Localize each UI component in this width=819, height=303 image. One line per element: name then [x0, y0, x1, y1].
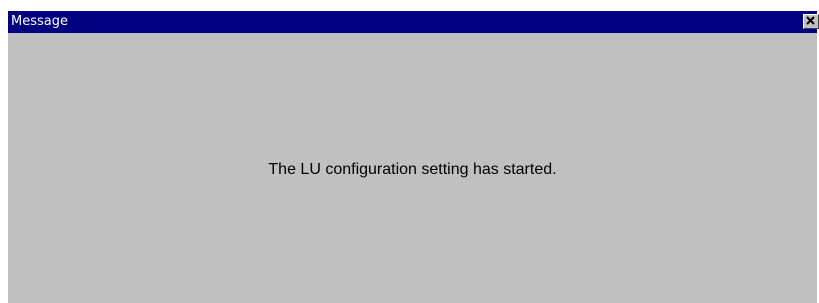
close-icon [806, 16, 815, 25]
dialog-body: The LU configuration setting has started… [8, 33, 817, 303]
close-button[interactable] [803, 14, 819, 29]
window-title: Message [11, 14, 68, 29]
title-bar[interactable]: Message [8, 11, 819, 33]
message-text: The LU configuration setting has started… [268, 161, 557, 178]
message-dialog: Message The LU configuration setting has… [6, 9, 819, 303]
